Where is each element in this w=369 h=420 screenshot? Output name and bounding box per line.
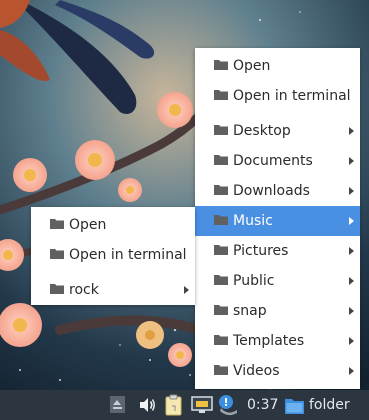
menu-item-label: Open [69,217,107,233]
folder-icon [50,219,64,229]
taskbar: 0:37 folder [0,390,369,420]
menu-item-label: Desktop [233,123,291,139]
taskbar-task-folder[interactable]: folder [285,395,350,415]
folder-icon [214,245,228,255]
menu-item-label: Documents [233,153,313,169]
menu-item-label: Music [233,213,273,229]
menu-item-label: Templates [233,333,305,349]
menu-item-music[interactable]: Music [195,206,360,236]
submenu-item-open-in-terminal[interactable]: Open in terminal [31,240,195,270]
folder-icon [214,215,228,225]
folder-icon [214,90,228,100]
show-desktop-icon[interactable] [110,396,125,413]
menu-item-label: Open [233,58,271,74]
arrow-right-icon [184,286,189,294]
folder-icon [214,335,228,345]
arrow-right-icon [349,247,354,255]
menu-item-label: Open in terminal [233,88,351,104]
menu-item-open-in-terminal[interactable]: Open in terminal [195,81,360,111]
menu-item-public[interactable]: Public [195,266,360,296]
menu-item-label: Open in terminal [69,247,187,263]
menu-item-label: Downloads [233,183,310,199]
arrow-right-icon [349,277,354,285]
menu-item-documents[interactable]: Documents [195,146,360,176]
menu-item-label: Public [233,273,275,289]
task-label: folder [309,397,350,413]
places-menu: Open Open in terminal Desktop Documents … [195,48,360,389]
folder-icon [50,249,64,259]
arrow-right-icon [349,307,354,315]
arrow-right-icon [349,187,354,195]
menu-item-label: snap [233,303,267,319]
arrow-right-icon [349,157,354,165]
arrow-right-icon [349,337,354,345]
network-icon[interactable] [191,395,213,415]
music-submenu: Open Open in terminal rock [31,207,195,305]
volume-icon[interactable] [138,396,156,414]
menu-item-desktop[interactable]: Desktop [195,116,360,146]
folder-icon [214,125,228,135]
menu-separator [195,113,360,114]
submenu-item-open[interactable]: Open [31,210,195,240]
folder-icon [214,275,228,285]
menu-item-pictures[interactable]: Pictures [195,236,360,266]
menu-separator [31,272,195,273]
menu-item-videos[interactable]: Videos [195,356,360,386]
folder-icon [214,60,228,70]
arrow-right-icon [349,127,354,135]
notification-icon[interactable] [217,394,239,416]
arrow-right-icon [349,217,354,225]
folder-icon [214,305,228,315]
menu-item-templates[interactable]: Templates [195,326,360,356]
clock[interactable]: 0:37 [247,396,278,414]
menu-item-label: rock [69,282,99,298]
menu-item-label: Videos [233,363,280,379]
menu-item-downloads[interactable]: Downloads [195,176,360,206]
menu-item-snap[interactable]: snap [195,296,360,326]
folder-icon [285,398,304,414]
folder-icon [214,365,228,375]
menu-item-label: Pictures [233,243,289,259]
clipboard-icon[interactable] [164,394,184,416]
menu-item-open[interactable]: Open [195,51,360,81]
folder-icon [50,284,64,294]
arrow-right-icon [349,367,354,375]
folder-icon [214,185,228,195]
submenu-item-rock[interactable]: rock [31,275,195,305]
folder-icon [214,155,228,165]
